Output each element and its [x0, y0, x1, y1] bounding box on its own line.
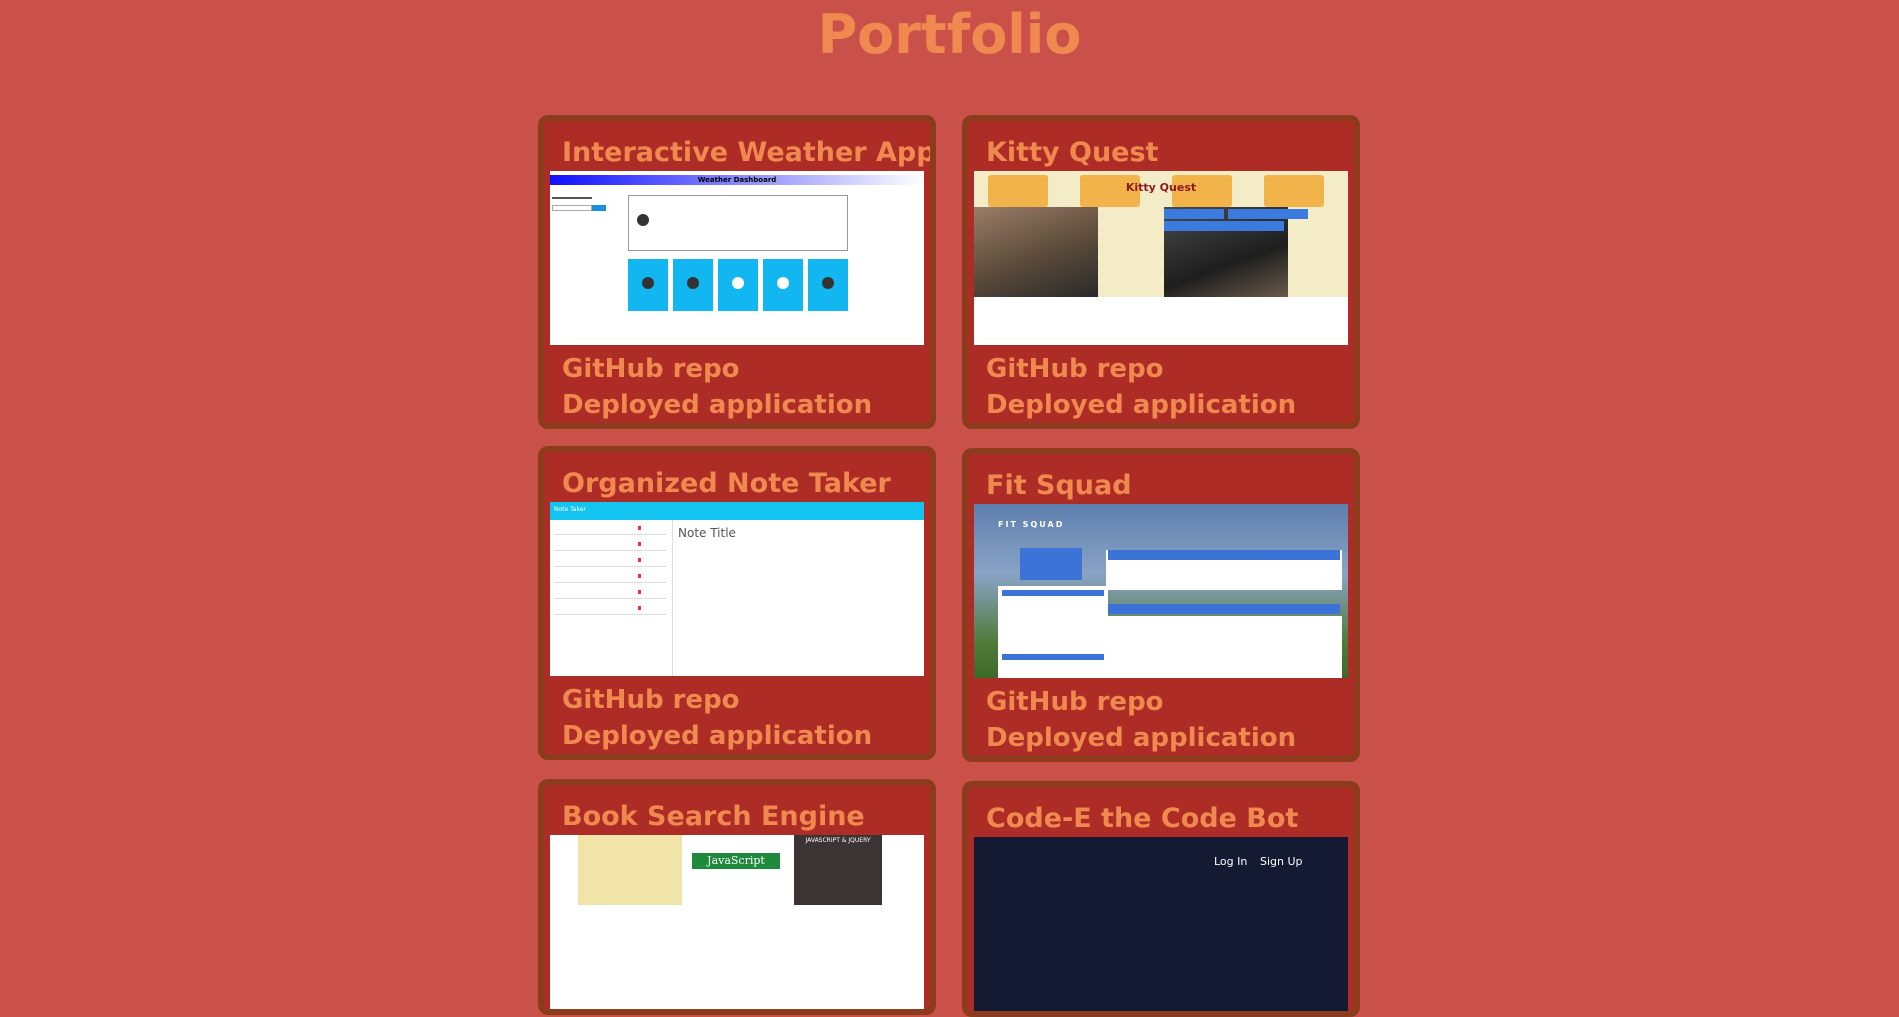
project-card-book-search: Book Search Engine JavaScript JAVASCRIPT… — [538, 779, 936, 1015]
note-list — [550, 520, 673, 676]
project-title: Interactive Weather App — [562, 137, 930, 168]
project-card-kitty-quest: Kitty Quest Kitty Quest GitHub repo Depl… — [962, 115, 1360, 429]
fit-squad-logo: FIT SQUAD — [998, 520, 1065, 529]
book-cover: JAVASCRIPT & JQUERY — [794, 835, 882, 905]
project-screenshot[interactable]: FIT SQUAD — [974, 504, 1348, 678]
github-repo-link[interactable]: GitHub repo — [986, 351, 1354, 387]
note-taker-header: Note Taker — [550, 502, 924, 520]
today-forecast — [628, 195, 848, 251]
project-screenshot[interactable]: Log In Sign Up — [974, 837, 1348, 1011]
search-label — [552, 197, 592, 199]
project-screenshot[interactable]: Weather Dashboard — [550, 171, 924, 345]
new-post-form — [998, 586, 1108, 678]
forecast-day — [628, 259, 668, 311]
project-card-code-e: Code-E the Code Bot Log In Sign Up — [962, 781, 1360, 1017]
project-card-fit-squad: Fit Squad FIT SQUAD GitHub repo Deployed… — [962, 448, 1360, 762]
page-title: Portfolio — [817, 3, 1082, 66]
book-cover: JavaScript — [686, 835, 786, 905]
github-repo-link[interactable]: GitHub repo — [562, 682, 930, 718]
recent-posts-panel — [1106, 616, 1342, 678]
log-in-link: Log In — [1214, 855, 1248, 868]
project-screenshot[interactable]: Kitty Quest — [974, 171, 1348, 345]
sign-up-link: Sign Up — [1260, 855, 1303, 868]
search-button — [592, 205, 606, 211]
choice-button — [1228, 209, 1308, 219]
forecast-day — [808, 259, 848, 311]
project-title: Book Search Engine — [562, 801, 865, 832]
forecast-day — [673, 259, 713, 311]
github-repo-link[interactable]: GitHub repo — [562, 351, 930, 387]
forecast-day — [718, 259, 758, 311]
story-text-box — [1164, 221, 1284, 231]
project-title: Code-E the Code Bot — [986, 803, 1299, 834]
project-title: Organized Note Taker — [562, 468, 891, 499]
book-cover — [578, 835, 682, 905]
cat-photo — [974, 207, 1098, 297]
deployed-app-link[interactable]: Deployed application — [562, 387, 930, 423]
choice-button — [1164, 209, 1224, 219]
github-repo-link[interactable]: GitHub repo — [986, 684, 1354, 720]
new-post-button — [1002, 590, 1104, 596]
project-card-weather: Interactive Weather App Weather Dashboar… — [538, 115, 936, 429]
deployed-app-link[interactable]: Deployed application — [562, 718, 930, 754]
current-goals-header — [1108, 550, 1340, 560]
recent-posts-header — [1108, 604, 1340, 614]
forecast-day — [763, 259, 803, 311]
deployed-app-link[interactable]: Deployed application — [986, 720, 1354, 756]
project-screenshot[interactable]: JavaScript JAVASCRIPT & JQUERY — [550, 835, 924, 1009]
note-title-field: Note Title — [678, 526, 736, 540]
project-screenshot[interactable]: Note Taker Note Title — [550, 502, 924, 676]
kitty-quest-heading: Kitty Quest — [1125, 181, 1197, 194]
project-title: Kitty Quest — [986, 137, 1159, 168]
project-card-note-taker: Organized Note Taker Note Taker Note Tit… — [538, 446, 936, 760]
profile-card — [1020, 548, 1082, 580]
new-post-button — [1002, 654, 1104, 660]
deployed-app-link[interactable]: Deployed application — [986, 387, 1354, 423]
city-search-input — [552, 205, 592, 211]
weather-dashboard-header: Weather Dashboard — [550, 175, 924, 185]
project-title: Fit Squad — [986, 470, 1132, 501]
